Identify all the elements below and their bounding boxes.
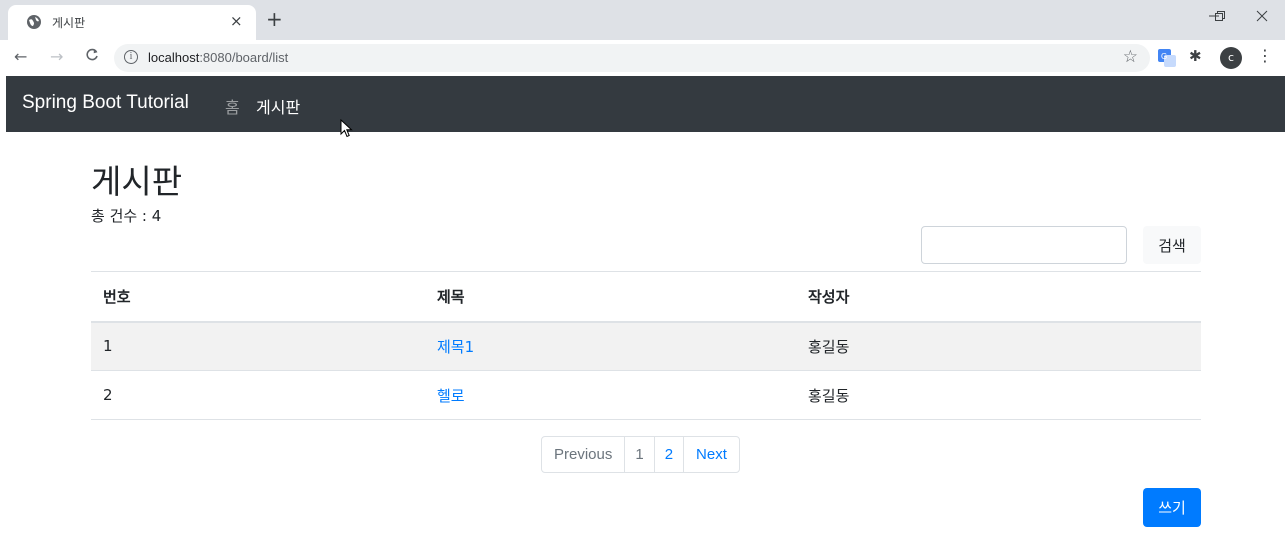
app-navbar: Spring Boot Tutorial 홈 게시판 — [6, 76, 1285, 132]
post-title-link[interactable]: 헬로 — [437, 387, 465, 405]
search-input[interactable] — [921, 226, 1127, 264]
total-count: 총 건수 : 4 — [91, 207, 162, 225]
navbar-brand[interactable]: Spring Boot Tutorial — [22, 92, 189, 114]
pagination: Previous 1 2 Next — [541, 436, 740, 473]
write-button[interactable]: 쓰기 — [1143, 488, 1201, 527]
url-text: localhost:8080/board/list — [148, 50, 289, 65]
table-row: 2 헬로 홍길동 — [91, 370, 1201, 420]
address-bar[interactable]: i localhost:8080/board/list ☆ — [114, 44, 1150, 72]
globe-icon — [27, 15, 41, 29]
browser-toolbar: ← → i localhost:8080/board/list ☆ — [0, 40, 1285, 76]
back-icon[interactable]: ← — [14, 48, 27, 66]
page-title: 게시판 — [91, 162, 183, 201]
table-header-row: 번호 제목 작성자 — [91, 271, 1201, 323]
site-info-icon[interactable]: i — [124, 50, 138, 64]
search-button[interactable]: 검색 — [1143, 226, 1201, 264]
profile-avatar[interactable]: c — [1220, 47, 1242, 69]
cell-number: 1 — [91, 321, 425, 371]
cell-author: 홍길동 — [796, 321, 1201, 371]
mouse-cursor-icon — [340, 119, 353, 138]
header-author: 작성자 — [796, 271, 1201, 323]
pagination-previous[interactable]: Previous — [542, 437, 624, 472]
browser-tabstrip: 게시판 × + — [0, 0, 1285, 40]
tab-title: 게시판 — [52, 16, 86, 30]
board-table: 번호 제목 작성자 1 제목1 홍길동 2 헬로 홍길동 — [91, 271, 1201, 420]
restore-icon[interactable] — [1214, 8, 1226, 26]
header-title: 제목 — [425, 271, 796, 323]
cell-title: 헬로 — [425, 370, 796, 420]
pagination-page-2[interactable]: 2 — [653, 437, 683, 472]
cell-title: 제목1 — [425, 321, 796, 371]
header-number: 번호 — [91, 271, 425, 323]
new-tab-icon[interactable]: + — [266, 9, 283, 29]
bookmark-star-icon[interactable]: ☆ — [1123, 47, 1138, 67]
table-row: 1 제목1 홍길동 — [91, 321, 1201, 371]
extensions-puzzle-icon[interactable]: ✱ — [1189, 47, 1202, 65]
tab-close-icon[interactable]: × — [230, 12, 243, 30]
window-close-icon[interactable] — [1256, 8, 1268, 26]
cell-author: 홍길동 — [796, 370, 1201, 420]
cell-number: 2 — [91, 370, 425, 420]
svg-text:G: G — [1161, 52, 1167, 61]
pagination-next[interactable]: Next — [683, 437, 739, 472]
forward-icon[interactable]: → — [50, 48, 63, 66]
browser-tab[interactable]: 게시판 × — [8, 5, 256, 40]
reload-icon[interactable] — [85, 48, 99, 66]
nav-link-board[interactable]: 게시판 — [256, 94, 300, 118]
translate-extension-icon[interactable]: G — [1158, 49, 1176, 67]
post-title-link[interactable]: 제목1 — [437, 338, 474, 356]
nav-link-home[interactable]: 홈 — [225, 94, 240, 118]
pagination-page-1[interactable]: 1 — [624, 437, 653, 472]
browser-menu-icon[interactable]: ⋮ — [1257, 46, 1273, 66]
